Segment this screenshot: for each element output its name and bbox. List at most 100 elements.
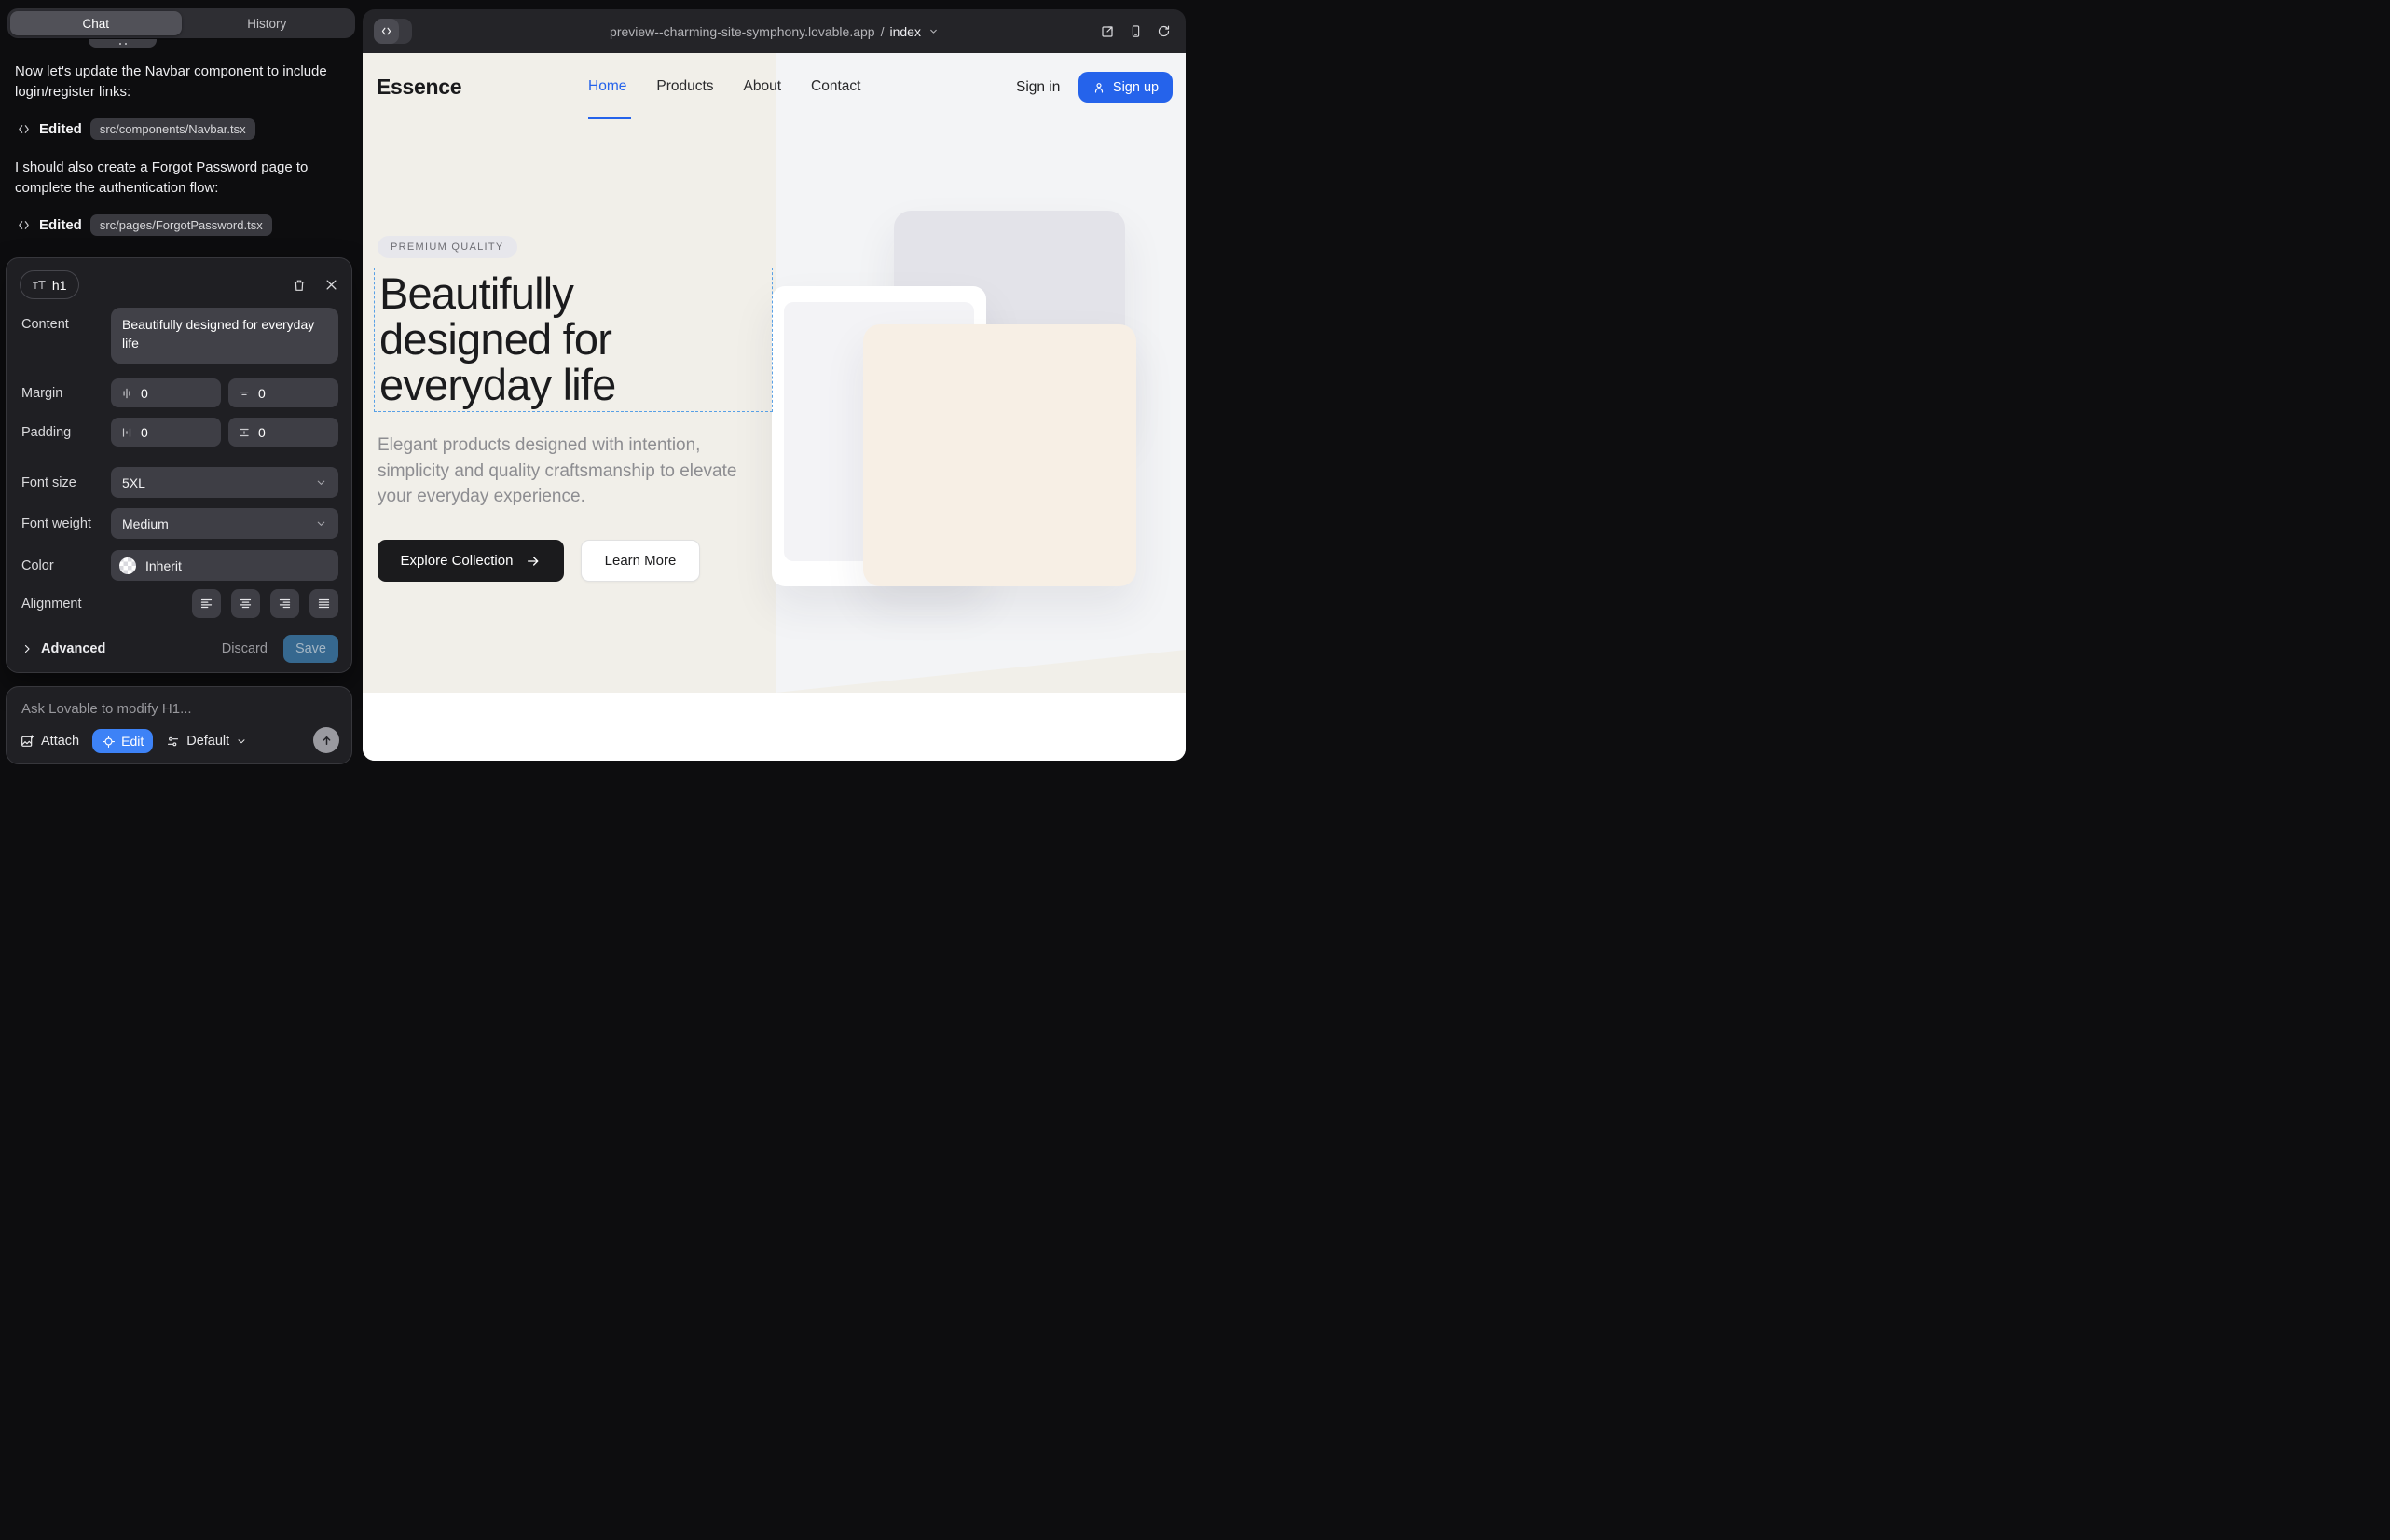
edited-label: Edited [39, 217, 82, 233]
composer-input[interactable]: Ask Lovable to modify H1... [21, 701, 337, 717]
align-left-button[interactable] [192, 589, 221, 618]
align-right-button[interactable] [270, 589, 299, 618]
selected-element-chip: тT h1 [20, 270, 79, 299]
explore-collection-button[interactable]: Explore Collection [378, 540, 564, 582]
padding-horizontal-icon [120, 426, 133, 439]
edited-file-row[interactable]: Edited src/pages/ForgotPassword.tsx [17, 214, 350, 236]
padding-x-value: 0 [141, 425, 148, 440]
user-icon [1092, 81, 1106, 94]
align-center-button[interactable] [231, 589, 260, 618]
nav-link-about[interactable]: About [744, 78, 782, 95]
code-icon [17, 218, 31, 232]
content-label: Content [21, 317, 69, 332]
next-section-background [363, 693, 1186, 761]
font-weight-select[interactable]: Medium [111, 508, 338, 539]
chat-messages: Now let's update the Navbar component to… [15, 62, 350, 254]
url-breadcrumb[interactable]: preview--charming-site-symphony.lovable.… [610, 24, 939, 39]
sign-in-link[interactable]: Sign in [1016, 79, 1060, 96]
edited-file-row[interactable]: Edited src/components/Navbar.tsx [17, 118, 350, 140]
alignment-label: Alignment [21, 597, 81, 612]
chevron-down-icon [315, 517, 327, 529]
browser-toolbar: preview--charming-site-symphony.lovable.… [363, 9, 1186, 53]
font-size-select[interactable]: 5XL [111, 467, 338, 498]
nav-link-products[interactable]: Products [656, 78, 713, 95]
model-selector[interactable]: Default [166, 734, 247, 749]
typography-icon: тT [33, 278, 46, 292]
close-editor-button[interactable] [324, 278, 338, 292]
send-button[interactable] [313, 727, 339, 753]
color-value: Inherit [145, 558, 182, 573]
color-picker[interactable]: Inherit [111, 550, 338, 581]
delete-element-button[interactable] [292, 278, 307, 293]
chat-composer[interactable]: Ask Lovable to modify H1... Attach Edit … [6, 686, 352, 764]
margin-vertical-icon [238, 387, 251, 400]
arrow-up-icon [320, 734, 334, 748]
active-nav-underline [588, 117, 631, 119]
align-justify-button[interactable] [309, 589, 338, 618]
chat-history-tabbar: Chat History [7, 8, 355, 38]
padding-y-value: 0 [258, 425, 266, 440]
margin-y-value: 0 [258, 386, 266, 401]
padding-y-input[interactable]: 0 [228, 418, 338, 447]
margin-x-input[interactable]: 0 [111, 378, 221, 407]
page-name: index [889, 24, 920, 39]
nav-link-contact[interactable]: Contact [811, 78, 860, 95]
sliders-icon [166, 735, 180, 749]
chat-panel: Chat History Now let's update the Navbar… [0, 0, 363, 770]
clipped-scrolled-badge [89, 39, 157, 48]
padding-vertical-icon [238, 426, 251, 439]
edited-file-badge[interactable]: src/pages/ForgotPassword.tsx [90, 214, 272, 236]
element-editor-panel: тT h1 Content Beautifully designed for e… [6, 257, 352, 673]
mobile-view-icon[interactable] [1129, 24, 1143, 38]
open-in-new-tab-icon[interactable] [1100, 24, 1115, 39]
margin-horizontal-icon [120, 387, 133, 400]
refresh-icon[interactable] [1157, 24, 1171, 38]
edit-mode-button[interactable]: Edit [92, 729, 153, 753]
decorative-card-cream [863, 324, 1136, 586]
font-size-value: 5XL [122, 475, 145, 490]
attach-button[interactable]: Attach [20, 734, 79, 749]
learn-more-button[interactable]: Learn More [581, 540, 700, 582]
attach-image-icon [20, 734, 34, 749]
preview-browser-panel: preview--charming-site-symphony.lovable.… [363, 9, 1186, 761]
color-label: Color [21, 558, 54, 573]
hero-heading[interactable]: Beautifully designed for everyday life [379, 271, 615, 408]
chat-message: I should also create a Forgot Password p… [15, 158, 350, 199]
hero-description: Elegant products designed with intention… [378, 433, 747, 510]
padding-label: Padding [21, 425, 71, 440]
premium-quality-badge: PREMIUM QUALITY [378, 236, 517, 258]
padding-x-input[interactable]: 0 [111, 418, 221, 447]
edited-file-badge[interactable]: src/components/Navbar.tsx [90, 118, 255, 140]
save-button[interactable]: Save [283, 635, 338, 663]
h1-selection-outline: Beautifully designed for everyday life [374, 268, 773, 412]
color-swatch [119, 557, 136, 574]
nav-link-home[interactable]: Home [588, 78, 626, 95]
code-icon [380, 25, 392, 37]
font-weight-label: Font weight [21, 516, 91, 531]
margin-y-input[interactable]: 0 [228, 378, 338, 407]
chevron-down-icon [315, 476, 327, 488]
chevron-down-icon [236, 736, 247, 747]
arrow-right-icon [526, 554, 541, 569]
element-tag-label: h1 [52, 278, 67, 293]
advanced-toggle[interactable]: Advanced [21, 641, 105, 656]
tab-history[interactable]: History [182, 11, 353, 35]
code-view-toggle[interactable] [374, 19, 412, 44]
discard-button[interactable]: Discard [222, 641, 268, 656]
content-input[interactable]: Beautifully designed for everyday life [111, 308, 338, 364]
sign-up-button[interactable]: Sign up [1078, 72, 1173, 103]
tab-chat[interactable]: Chat [10, 11, 182, 35]
font-weight-value: Medium [122, 516, 169, 531]
preview-url: preview--charming-site-symphony.lovable.… [610, 24, 875, 39]
font-size-label: Font size [21, 475, 76, 490]
crosshair-icon [102, 735, 116, 749]
chevron-right-icon [21, 643, 33, 654]
code-icon [17, 122, 31, 136]
editor-header: тT h1 [20, 270, 338, 299]
site-logo[interactable]: Essence [377, 75, 461, 100]
chevron-down-icon [928, 26, 939, 36]
edited-label: Edited [39, 121, 82, 137]
chat-message: Now let's update the Navbar component to… [15, 62, 350, 103]
margin-x-value: 0 [141, 386, 148, 401]
site-viewport: Essence Home Products About Contact Sign… [363, 53, 1186, 761]
